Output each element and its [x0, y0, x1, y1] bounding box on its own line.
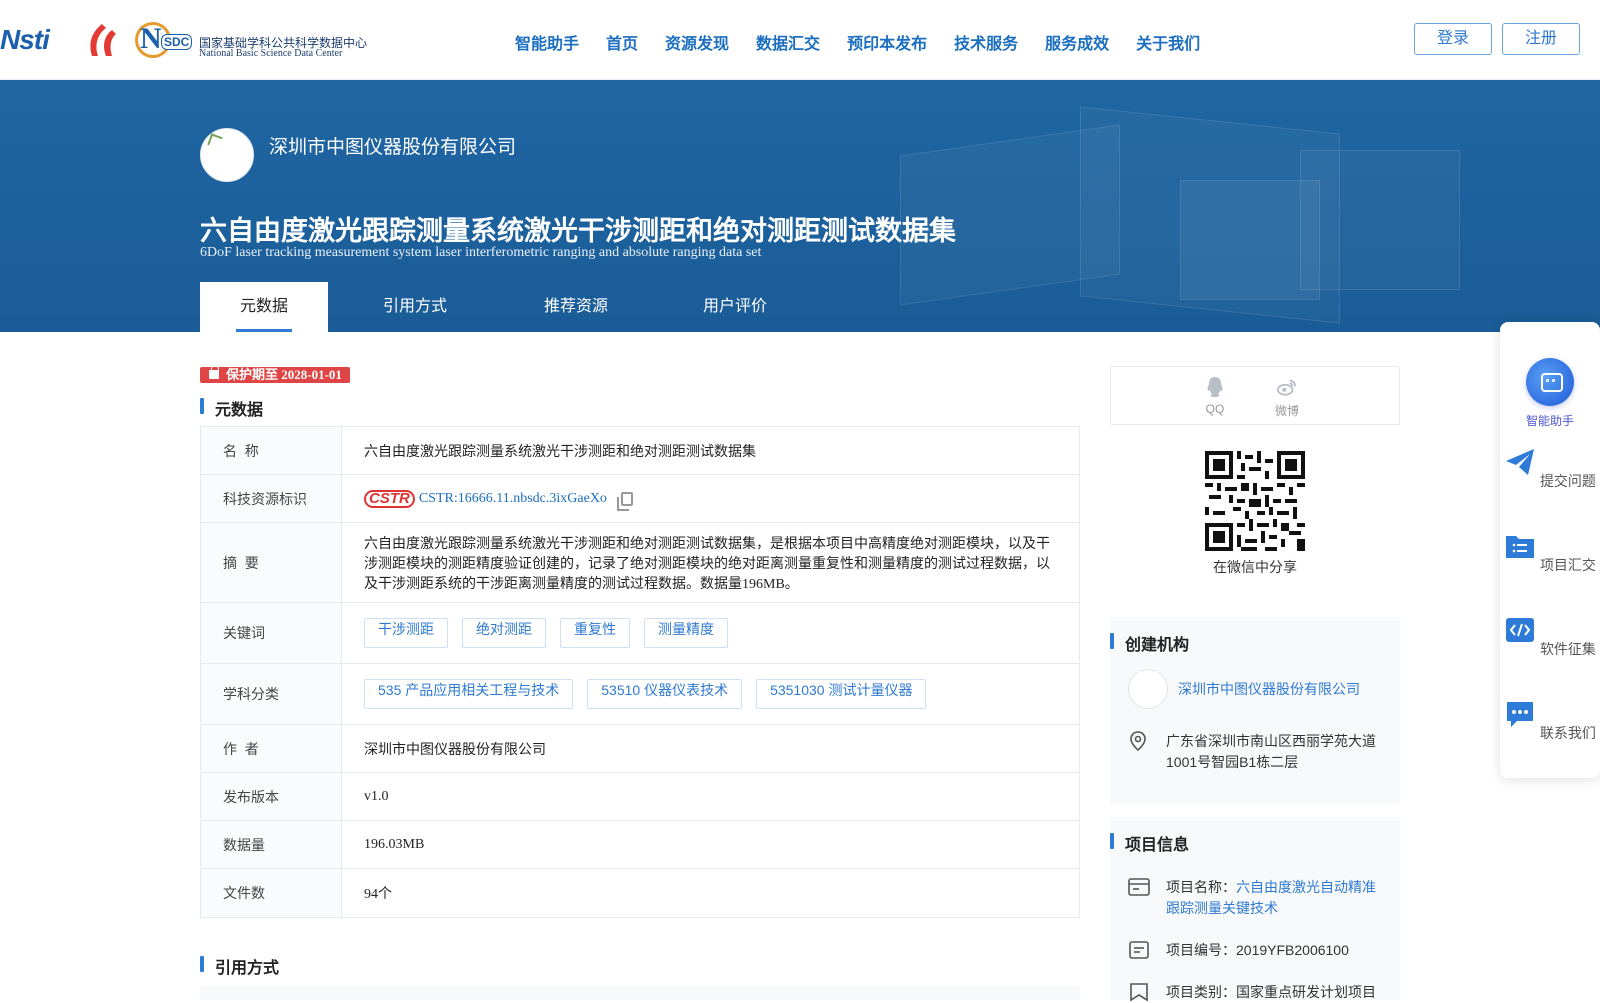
table-row: 摘 要 六自由度激光跟踪测量系统激光干涉测距和绝对测距测试数据集，是根据本项目中…: [201, 523, 1079, 603]
keywords-label: 关键词: [201, 603, 342, 663]
creator-org-logo: [1128, 669, 1168, 709]
float-software-collection[interactable]: 软件征集: [1500, 614, 1600, 659]
name-value: 六自由度激光跟踪测量系统激光干涉测距和绝对测距测试数据集: [364, 444, 756, 460]
project-code-row: 项目编号：2019YFB2006100: [1128, 940, 1382, 961]
nsti-logo[interactable]: Nsti: [0, 24, 50, 56]
top-header: Nsti N SDC 国家基础学科公共科学数据中心 National Basic…: [0, 0, 1600, 80]
nav-tech-service[interactable]: 技术服务: [954, 30, 1018, 54]
subject-chip[interactable]: 535 产品应用相关工程与技术: [364, 679, 574, 709]
register-button[interactable]: 注册: [1502, 23, 1580, 55]
share-box: QQ 微博: [1110, 366, 1400, 425]
nav-about[interactable]: 关于我们: [1136, 30, 1200, 54]
chat-icon: [1507, 702, 1534, 727]
nav-home[interactable]: 首页: [606, 30, 638, 54]
files-label: 文件数: [201, 869, 342, 917]
org-name[interactable]: 深圳市中图仪器股份有限公司: [269, 132, 516, 159]
subject-chip[interactable]: 53510 仪器仪表技术: [587, 679, 743, 709]
weibo-icon: [1277, 379, 1297, 396]
keyword-chip[interactable]: 重复性: [560, 618, 630, 648]
creator-section-title: 创建机构: [1110, 631, 1189, 655]
keyword-chip[interactable]: 绝对测距: [462, 618, 546, 648]
id-card-icon: [1128, 878, 1150, 896]
table-row: 名 称 六自由度激光跟踪测量系统激光干涉测距和绝对测距测试数据集: [201, 427, 1079, 475]
detail-tabs: 元数据 引用方式 推荐资源 用户评价: [200, 282, 820, 332]
tab-citation[interactable]: 引用方式: [328, 282, 502, 332]
nav-data-submission[interactable]: 数据汇交: [756, 30, 820, 54]
code-icon: [1506, 618, 1535, 642]
bookmark-icon: [1130, 983, 1148, 1002]
author-value: 深圳市中图仪器股份有限公司: [364, 742, 546, 758]
share-qq[interactable]: QQ: [1195, 376, 1235, 416]
nav-preprint[interactable]: 预印本发布: [847, 30, 927, 54]
login-button[interactable]: 登录: [1414, 23, 1492, 55]
table-row: 科技资源标识 CSTR CSTR:16666.11.nbsdc.3ixGaeXo: [201, 475, 1079, 523]
share-weibo[interactable]: 微博: [1267, 376, 1307, 419]
table-row: 发布版本 v1.0: [201, 773, 1079, 821]
nav-service-results[interactable]: 服务成效: [1045, 30, 1109, 54]
size-value: 196.03MB: [364, 836, 425, 852]
metadata-section-title: 元数据: [200, 396, 263, 420]
qq-icon: [1207, 377, 1223, 397]
table-row: 关键词 干涉测距 绝对测距 重复性 测量精度: [201, 603, 1079, 664]
table-row: 数据量 196.03MB: [201, 821, 1079, 869]
table-row: 作 者 深圳市中图仪器股份有限公司: [201, 725, 1079, 773]
red-emblem-logo[interactable]: [82, 22, 120, 58]
keyword-chip[interactable]: 干涉测距: [364, 618, 448, 648]
name-label: 名 称: [201, 427, 342, 474]
floating-toolbar: 智能助手 提交问题 项目汇交 软件征集 联系我们: [1500, 322, 1600, 778]
author-label: 作 者: [201, 725, 342, 772]
abstract-label: 摘 要: [201, 523, 342, 602]
table-row: 文件数 94个: [201, 869, 1079, 917]
document-icon: [1129, 941, 1149, 959]
creator-card: 创建机构 深圳市中图仪器股份有限公司 广东省深圳市南山区西丽学苑大道1001号智…: [1110, 617, 1400, 805]
subject-label: 学科分类: [201, 664, 342, 724]
table-row: 学科分类 535 产品应用相关工程与技术 53510 仪器仪表技术 535103…: [201, 664, 1079, 725]
org-logo: [200, 128, 254, 182]
folder-list-icon: [1506, 536, 1535, 558]
cstr-link[interactable]: CSTR:16666.11.nbsdc.3ixGaeXo: [419, 491, 607, 507]
nav-assistant[interactable]: 智能助手: [515, 30, 579, 54]
tab-user-reviews[interactable]: 用户评价: [650, 282, 820, 332]
version-label: 发布版本: [201, 773, 342, 820]
location-pin-icon: [1130, 731, 1146, 751]
abstract-value: 六自由度激光跟踪测量系统激光干涉测距和绝对测距测试数据集，是根据本项目中高精度绝…: [364, 536, 1050, 592]
cstr-label: 科技资源标识: [201, 475, 342, 522]
dataset-subtitle-en: 6DoF laser tracking measurement system l…: [200, 245, 762, 260]
float-contact-us[interactable]: 联系我们: [1500, 698, 1600, 743]
dataset-title: 六自由度激光跟踪测量系统激光干涉测距和绝对测距测试数据集: [200, 216, 956, 246]
creator-org-link[interactable]: 深圳市中图仪器股份有限公司: [1178, 679, 1360, 699]
tab-recommended[interactable]: 推荐资源: [502, 282, 650, 332]
float-project-submission[interactable]: 项目汇交: [1500, 530, 1600, 575]
creator-address: 广东省深圳市南山区西丽学苑大道1001号智园B1栋二层: [1128, 731, 1381, 773]
version-value: v1.0: [364, 788, 389, 804]
project-name-row: 项目名称：六自由度激光自动精准跟踪测量关键技术: [1128, 877, 1382, 919]
project-card: 项目信息 项目名称：六自由度激光自动精准跟踪测量关键技术 项目编号：2019YF…: [1110, 817, 1400, 1002]
cstr-logo-icon: CSTR: [364, 489, 415, 508]
metadata-table: 名 称 六自由度激光跟踪测量系统激光干涉测距和绝对测距测试数据集 科技资源标识 …: [200, 426, 1080, 918]
copy-icon[interactable]: [616, 491, 633, 511]
size-label: 数据量: [201, 821, 342, 868]
nav-resource-discovery[interactable]: 资源发现: [665, 30, 729, 54]
robot-icon: [1526, 358, 1574, 406]
main-nav: 智能助手 首页 资源发现 数据汇交 预印本发布 技术服务 服务成效 关于我们: [515, 30, 1227, 54]
protection-period-badge: 保护期至 2028-01-01: [200, 366, 350, 383]
dataset-banner: 深圳市中图仪器股份有限公司 六自由度激光跟踪测量系统激光干涉测距和绝对测距测试数…: [0, 80, 1600, 332]
creator-org: 深圳市中图仪器股份有限公司: [1128, 669, 1360, 709]
lock-icon: [209, 366, 219, 379]
float-assistant[interactable]: 智能助手: [1500, 358, 1600, 429]
files-value: 94个: [364, 887, 392, 902]
paper-plane-icon: [1506, 449, 1535, 475]
wechat-qr-code: [1205, 451, 1305, 551]
float-submit-question[interactable]: 提交问题: [1500, 446, 1600, 491]
wechat-share-caption: 在微信中分享: [1213, 559, 1297, 575]
project-section-title: 项目信息: [1110, 831, 1189, 855]
subject-chip[interactable]: 5351030 测试计量仪器: [756, 679, 927, 709]
citation-box: [200, 986, 1080, 1000]
nsdc-logo[interactable]: N SDC 国家基础学科公共科学数据中心 National Basic Scie…: [135, 20, 367, 60]
tab-metadata[interactable]: 元数据: [200, 282, 328, 332]
citation-section-title: 引用方式: [200, 954, 279, 978]
keyword-chip[interactable]: 测量精度: [644, 618, 728, 648]
